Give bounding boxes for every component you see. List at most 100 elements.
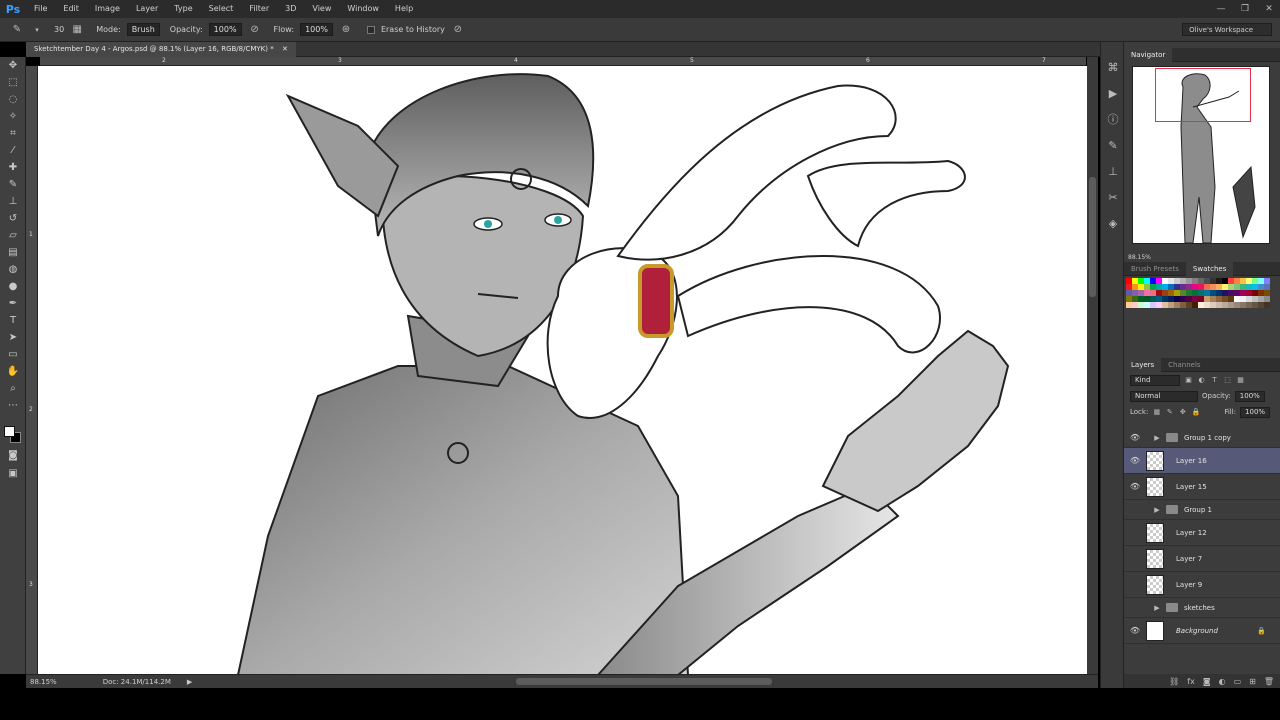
extra-tools-icon[interactable]: ⋯	[0, 397, 26, 414]
lasso-tool-icon[interactable]: ◌	[0, 91, 26, 108]
filter-type-icon[interactable]: T	[1210, 376, 1219, 385]
layer-row[interactable]: 👁 Layer 15	[1124, 474, 1280, 500]
pressure-opacity-icon[interactable]: ⊘	[248, 23, 262, 37]
lock-image-icon[interactable]: ✎	[1165, 408, 1174, 417]
visibility-eye-icon[interactable]: 👁	[1124, 626, 1146, 635]
layer-row[interactable]: ▶ sketches	[1124, 598, 1280, 618]
filter-shape-icon[interactable]: ⬚	[1223, 376, 1232, 385]
menu-window[interactable]: Window	[339, 0, 387, 18]
menu-edit[interactable]: Edit	[55, 0, 87, 18]
layer-row[interactable]: Layer 12	[1124, 520, 1280, 546]
brush-icon[interactable]: ✎	[1101, 132, 1125, 158]
close-tab-icon[interactable]: ✕	[282, 45, 288, 53]
group-expand-icon[interactable]: ▶	[1152, 434, 1162, 442]
menu-file[interactable]: File	[26, 0, 55, 18]
pen-tool-icon[interactable]: ✒	[0, 295, 26, 312]
tab-channels[interactable]: Channels	[1161, 358, 1207, 372]
visibility-eye-icon[interactable]: 👁	[1124, 433, 1146, 442]
actions-icon[interactable]: ▶	[1101, 80, 1125, 106]
group-expand-icon[interactable]: ▶	[1152, 506, 1162, 514]
3d-icon[interactable]: ◈	[1101, 210, 1125, 236]
menu-image[interactable]: Image	[87, 0, 128, 18]
menu-view[interactable]: View	[304, 0, 339, 18]
tab-brush-presets[interactable]: Brush Presets	[1124, 262, 1186, 276]
clone-source-icon[interactable]: ⊥	[1101, 158, 1125, 184]
dodge-tool-icon[interactable]: ●	[0, 278, 26, 295]
layer-row[interactable]: 👁 Layer 16	[1124, 448, 1280, 474]
zoom-tool-icon[interactable]: ⌕	[0, 380, 26, 397]
healing-brush-tool-icon[interactable]: ✚	[0, 159, 26, 176]
link-layers-icon[interactable]: ⛓	[1169, 677, 1179, 686]
tab-layers[interactable]: Layers	[1124, 357, 1162, 372]
layer-opacity-input[interactable]: 100%	[1234, 390, 1265, 402]
flow-input[interactable]: 100%	[300, 23, 333, 36]
new-layer-icon[interactable]: ⊞	[1249, 677, 1256, 686]
mode-select[interactable]: Brush	[126, 23, 160, 36]
brush-size[interactable]: 30	[54, 25, 64, 34]
hand-tool-icon[interactable]: ✋	[0, 363, 26, 380]
adjustment-layer-icon[interactable]: ◐	[1219, 677, 1226, 686]
move-tool-icon[interactable]: ✥	[0, 57, 26, 74]
minimize-icon[interactable]: —	[1214, 4, 1228, 14]
trash-icon[interactable]: 🗑	[1264, 677, 1274, 686]
color-picker[interactable]	[4, 426, 22, 444]
brush-panel-icon[interactable]: ▦	[70, 23, 84, 37]
eraser-tool-icon[interactable]: ▱	[0, 227, 26, 244]
screen-mode-icon[interactable]: ▣	[0, 465, 26, 482]
shape-tool-icon[interactable]: ▭	[0, 346, 26, 363]
gradient-tool-icon[interactable]: ▤	[0, 244, 26, 261]
info-icon[interactable]: ⓘ	[1101, 106, 1125, 132]
pressure-size-icon[interactable]: ⊘	[451, 23, 465, 37]
type-tool-icon[interactable]: T	[0, 312, 26, 329]
horizontal-scrollbar-thumb[interactable]	[516, 678, 772, 685]
filter-adjustment-icon[interactable]: ◐	[1197, 376, 1206, 385]
clone-stamp-tool-icon[interactable]: ⊥	[0, 193, 26, 210]
chevron-down-icon[interactable]: ▾	[30, 23, 44, 37]
fill-input[interactable]: 100%	[1240, 406, 1271, 418]
history-icon[interactable]: ⌘	[1101, 54, 1125, 80]
document-tab[interactable]: Sketchtember Day 4 - Argos.psd @ 88.1% (…	[26, 42, 296, 57]
layer-row[interactable]: 👁 ▶ Group 1 copy	[1124, 428, 1280, 448]
color-swatch[interactable]	[1264, 302, 1270, 308]
tools-icon[interactable]: ✂	[1101, 184, 1125, 210]
menu-type[interactable]: Type	[166, 0, 200, 18]
quick-select-tool-icon[interactable]: ✧	[0, 108, 26, 125]
layer-row[interactable]: Layer 7	[1124, 546, 1280, 572]
navigator-view-frame[interactable]	[1155, 68, 1251, 122]
menu-layer[interactable]: Layer	[128, 0, 166, 18]
visibility-eye-icon[interactable]: 👁	[1124, 482, 1146, 491]
vertical-scrollbar[interactable]	[1087, 57, 1098, 674]
navigator-thumbnail[interactable]	[1132, 66, 1270, 244]
menu-filter[interactable]: Filter	[241, 0, 277, 18]
close-icon[interactable]: ✕	[1262, 4, 1276, 14]
tab-navigator[interactable]: Navigator	[1124, 47, 1173, 62]
blend-mode-select[interactable]: Normal	[1130, 390, 1198, 402]
opacity-input[interactable]: 100%	[208, 23, 242, 36]
airbrush-icon[interactable]: ⊛	[339, 23, 353, 37]
visibility-eye-icon[interactable]: 👁	[1124, 456, 1146, 465]
vertical-scrollbar-thumb[interactable]	[1089, 177, 1096, 297]
layer-style-icon[interactable]: fx	[1187, 677, 1195, 686]
group-expand-icon[interactable]: ▶	[1152, 604, 1162, 612]
menu-help[interactable]: Help	[387, 0, 421, 18]
layer-row[interactable]: 👁 Background 🔒	[1124, 618, 1280, 644]
blur-tool-icon[interactable]: ◍	[0, 261, 26, 278]
filter-pixel-icon[interactable]: ▣	[1184, 376, 1193, 385]
marquee-tool-icon[interactable]: ⬚	[0, 74, 26, 91]
eyedropper-tool-icon[interactable]: ⁄	[0, 142, 26, 159]
path-select-tool-icon[interactable]: ➤	[0, 329, 26, 346]
layer-row[interactable]: Layer 9	[1124, 572, 1280, 598]
lock-transparent-icon[interactable]: ▦	[1152, 408, 1161, 417]
foreground-color-swatch[interactable]	[4, 426, 15, 437]
lock-all-icon[interactable]: 🔒	[1191, 408, 1200, 417]
filter-smart-icon[interactable]: ▦	[1236, 376, 1245, 385]
layer-row[interactable]: ▶ Group 1	[1124, 500, 1280, 520]
workspace-select[interactable]: Olive's Workspace	[1182, 23, 1272, 36]
add-mask-icon[interactable]: ◙	[1203, 677, 1211, 686]
menu-select[interactable]: Select	[201, 0, 242, 18]
brush-tool-icon[interactable]: ✎	[0, 176, 26, 193]
lock-position-icon[interactable]: ✥	[1178, 408, 1187, 417]
new-group-icon[interactable]: ▭	[1234, 677, 1242, 686]
tab-swatches[interactable]: Swatches	[1185, 261, 1234, 276]
eraser-tool-preset-icon[interactable]: ✎	[10, 23, 24, 37]
